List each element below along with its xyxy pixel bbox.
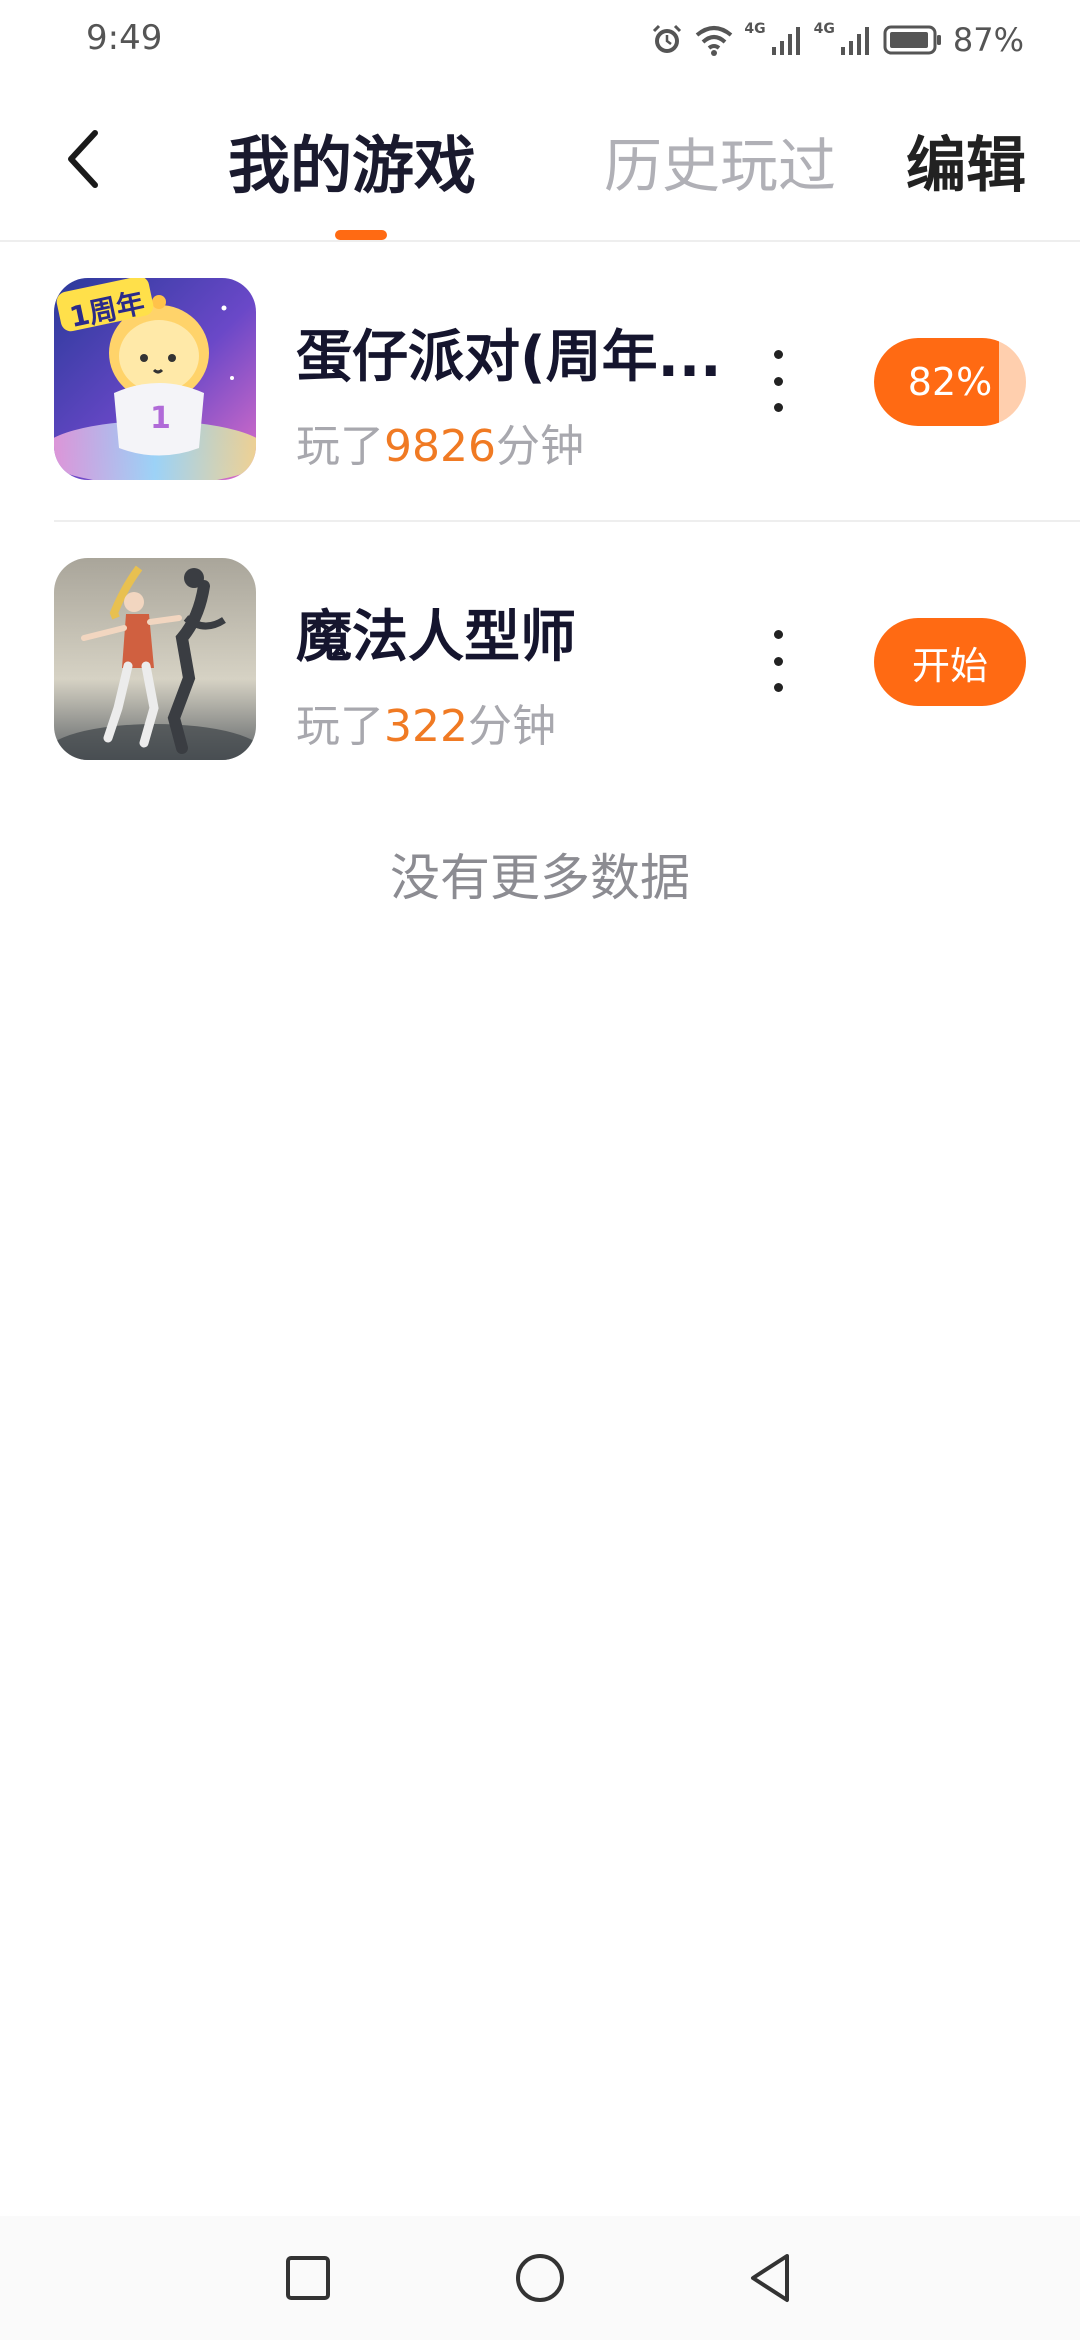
home-button[interactable] [508,2246,572,2310]
system-back-button[interactable] [738,2246,802,2310]
no-more-data-label: 没有更多数据 [390,849,690,907]
game-icon-eggy-party[interactable]: 1 1周年 [54,278,256,480]
status-bar: 9:49 4G 4G 87% [0,0,1080,84]
status-icons: 4G 4G 87% [650,18,1024,62]
chevron-left-icon [68,130,98,188]
download-progress-button[interactable]: 82% [874,338,1026,426]
game-icon-magic-puppeteer[interactable] [54,558,256,760]
playtime-suffix: 分钟 [495,421,584,472]
playtime-prefix: 玩了 [296,421,384,472]
alarm-icon [653,24,682,53]
progress-label: 82% [907,360,993,404]
system-nav-bar [0,2216,1080,2340]
start-game-button[interactable]: 开始 [874,618,1026,706]
playtime-minutes: 9826 [384,421,496,472]
home-icon [516,2254,564,2302]
edit-button[interactable]: 编辑 [906,118,1026,214]
game-list: 1 1周年 蛋仔派对(周年... 玩了9826分钟 82% 魔法人型师 玩了32… [0,242,1080,802]
network-type-1: 4G [744,21,766,37]
back-button[interactable] [48,124,118,194]
network-type-2: 4G [813,21,835,37]
recent-apps-button[interactable] [276,2246,340,2310]
list-item[interactable]: 1 1周年 蛋仔派对(周年... 玩了9826分钟 82% [54,242,1080,522]
game-title: 魔法人型师 [296,605,576,670]
wifi-icon [696,26,733,56]
playtime-minutes: 322 [384,701,468,752]
back-icon [751,2254,789,2302]
playtime-suffix: 分钟 [467,701,556,752]
header: 我的游戏 历史玩过 编辑 [0,84,1080,242]
tab-history-played[interactable]: 历史玩过 [604,118,836,214]
list-item[interactable]: 魔法人型师 玩了322分钟 开始 [0,522,1080,802]
tab-my-games[interactable]: 我的游戏 [228,118,476,214]
signal-icon [771,27,800,55]
game-playtime: 玩了9826分钟 [296,410,584,474]
more-options-icon[interactable] [764,350,792,412]
battery-icon [883,25,941,55]
playtime-prefix: 玩了 [296,701,384,752]
recent-apps-icon [286,2256,330,2300]
game-playtime: 玩了322分钟 [296,690,556,754]
battery-level: 87% [952,21,1024,59]
signal-icon [840,27,869,55]
game-title: 蛋仔派对(周年... [296,325,722,390]
svg-text:1: 1 [150,401,171,436]
active-tab-indicator [335,230,387,240]
more-options-icon[interactable] [764,630,792,692]
status-time: 9:49 [86,18,163,58]
